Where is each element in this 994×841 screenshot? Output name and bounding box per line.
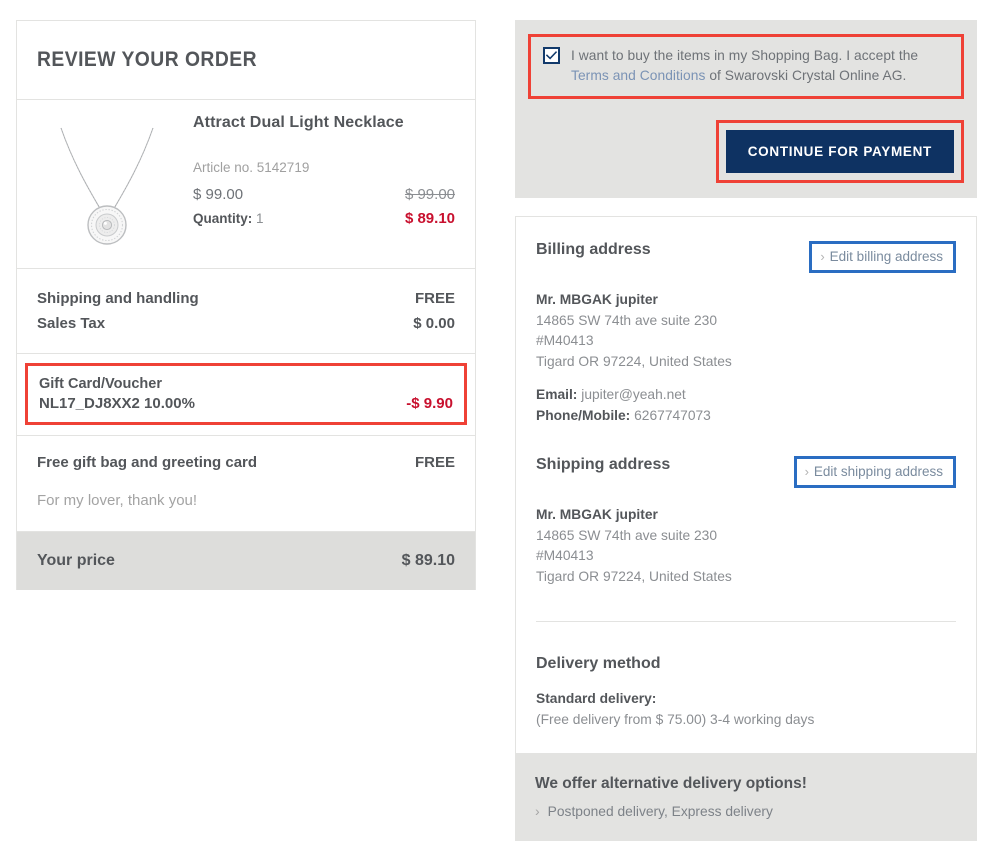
gift-card-row: NL17_DJ8XX2 10.00% -$ 9.90 xyxy=(39,395,453,412)
gift-bag-row: Free gift bag and greeting card FREE xyxy=(37,454,455,471)
shipping-city-region: Tigard OR 97224, United States xyxy=(536,568,732,584)
edit-billing-address-button[interactable]: › Edit billing address xyxy=(813,245,952,269)
section-divider xyxy=(536,621,956,623)
alternative-delivery-panel: We offer alternative delivery options! ›… xyxy=(515,752,977,841)
product-original-price: $ 99.00 xyxy=(404,186,455,203)
gift-bag-block: Free gift bag and greeting card FREE For… xyxy=(17,436,475,532)
billing-recipient-name: Mr. MBGAK jupiter xyxy=(536,292,658,307)
edit-shipping-address-button[interactable]: › Edit shipping address xyxy=(797,460,952,485)
product-price-line: $ 99.00 $ 99.00 xyxy=(193,186,455,203)
quantity-label-text: Quantity: xyxy=(193,211,253,226)
billing-unit: #M40413 xyxy=(536,333,594,349)
sales-tax-label: Sales Tax xyxy=(37,315,106,332)
continue-for-payment-button[interactable]: CONTINUE FOR PAYMENT xyxy=(725,130,954,173)
edit-billing-address-label: Edit billing address xyxy=(829,249,943,264)
review-order-panel: REVIEW YOUR ORDER Attract Dual Light Nec… xyxy=(16,20,476,590)
sales-tax-value: $ 0.00 xyxy=(413,315,455,332)
product-quantity-line: Quantity: 1 $ 89.10 xyxy=(193,210,455,227)
gift-bag-value: FREE xyxy=(414,453,455,471)
total-label: Your price xyxy=(37,551,115,569)
billing-email-label: Email: xyxy=(536,386,578,402)
gift-card-code: NL17_DJ8XX2 10.00% xyxy=(39,394,195,412)
shipping-value: FREE xyxy=(414,290,455,307)
product-article-number: Article no. 5142719 xyxy=(193,160,310,175)
terms-and-conditions-link[interactable]: Terms and Conditions xyxy=(571,68,705,83)
terms-panel: I want to buy the items in my Shopping B… xyxy=(515,20,977,198)
total-row: Your price $ 89.10 xyxy=(17,531,475,590)
quantity-label: Quantity: 1 xyxy=(193,211,264,226)
alternative-delivery-link-row[interactable]: › Postponed delivery, Express delivery xyxy=(535,804,957,819)
check-icon xyxy=(546,51,557,60)
billing-street: 14865 SW 74th ave suite 230 xyxy=(536,312,718,328)
gift-card-highlight: Gift Card/Voucher NL17_DJ8XX2 10.00% -$ … xyxy=(25,363,467,425)
shipping-row: Shipping and handling FREE xyxy=(37,286,455,311)
shipping-unit: #M40413 xyxy=(536,548,594,564)
product-unit-price: $ 99.00 xyxy=(193,186,244,203)
billing-header-row: Billing address › Edit billing address xyxy=(536,241,956,273)
product-discounted-price: $ 89.10 xyxy=(404,210,455,227)
product-image xyxy=(37,114,177,248)
delivery-method-title: Delivery method xyxy=(536,655,661,673)
terms-highlight: I want to buy the items in my Shopping B… xyxy=(528,34,964,100)
product-info: Attract Dual Light Necklace Article no. … xyxy=(177,114,455,248)
chevron-right-icon: › xyxy=(804,464,809,480)
billing-email-value: jupiter@yeah.net xyxy=(581,386,686,402)
alternative-delivery-title: We offer alternative delivery options! xyxy=(535,774,807,792)
gift-bag-label: Free gift bag and greeting card xyxy=(37,453,258,471)
continue-button-highlight: CONTINUE FOR PAYMENT xyxy=(715,120,964,183)
billing-address-title: Billing address xyxy=(536,241,651,258)
alternative-delivery-link: Postponed delivery, Express delivery xyxy=(547,803,773,819)
gift-card-amount: -$ 9.90 xyxy=(406,394,453,412)
product-name: Attract Dual Light Necklace xyxy=(193,114,404,131)
billing-address-section: Billing address › Edit billing address M… xyxy=(516,217,976,434)
terms-text-after: of Swarovski Crystal Online AG. xyxy=(705,67,907,83)
shipping-address-title: Shipping address xyxy=(536,456,671,474)
terms-text: I want to buy the items in my Shopping B… xyxy=(571,46,951,85)
panel-header: REVIEW YOUR ORDER xyxy=(17,21,475,100)
chevron-right-icon: › xyxy=(820,249,825,264)
shipping-tax-block: Shipping and handling FREE Sales Tax $ 0… xyxy=(17,269,475,354)
chevron-right-icon: › xyxy=(535,803,540,820)
standard-delivery-label: Standard delivery: xyxy=(536,691,657,707)
sales-tax-row: Sales Tax $ 0.00 xyxy=(37,311,455,336)
gift-card-label: Gift Card/Voucher xyxy=(39,376,162,392)
shipping-label: Shipping and handling xyxy=(37,290,199,307)
billing-phone-label: Phone/Mobile: xyxy=(536,407,631,423)
shipping-header-row: Shipping address › Edit shipping address xyxy=(536,456,956,489)
shipping-recipient-name: Mr. MBGAK jupiter xyxy=(536,507,658,523)
billing-contact: Email: jupiter@yeah.net Phone/Mobile: 62… xyxy=(536,385,956,426)
accept-terms-checkbox[interactable] xyxy=(543,47,560,64)
total-value: $ 89.10 xyxy=(401,551,455,569)
product-row: Attract Dual Light Necklace Article no. … xyxy=(17,100,475,269)
billing-phone-line: Phone/Mobile: 6267747073 xyxy=(536,406,956,427)
quantity-value: 1 xyxy=(256,211,264,226)
billing-city-region: Tigard OR 97224, United States xyxy=(536,353,732,369)
gift-card-block: Gift Card/Voucher NL17_DJ8XX2 10.00% -$ … xyxy=(17,354,475,436)
page-title: REVIEW YOUR ORDER xyxy=(37,48,258,71)
terms-text-before: I want to buy the items in my Shopping B… xyxy=(571,48,919,63)
checkout-page: REVIEW YOUR ORDER Attract Dual Light Nec… xyxy=(0,0,994,841)
edit-shipping-highlight: › Edit shipping address xyxy=(793,456,956,489)
edit-shipping-address-label: Edit shipping address xyxy=(813,464,943,480)
billing-phone-value: 6267747073 xyxy=(634,407,711,423)
edit-billing-highlight: › Edit billing address xyxy=(809,241,956,273)
billing-email-line: Email: jupiter@yeah.net xyxy=(536,385,956,406)
delivery-method-section: Delivery method Standard delivery: (Free… xyxy=(516,630,976,752)
right-column: I want to buy the items in my Shopping B… xyxy=(515,20,977,841)
standard-delivery-description: (Free delivery from $ 75.00) 3-4 working… xyxy=(536,711,815,727)
address-card: Billing address › Edit billing address M… xyxy=(515,216,977,753)
gift-message: For my lover, thank you! xyxy=(37,491,198,509)
shipping-street: 14865 SW 74th ave suite 230 xyxy=(536,527,718,543)
shipping-address-section: Shipping address › Edit shipping address… xyxy=(516,434,976,630)
